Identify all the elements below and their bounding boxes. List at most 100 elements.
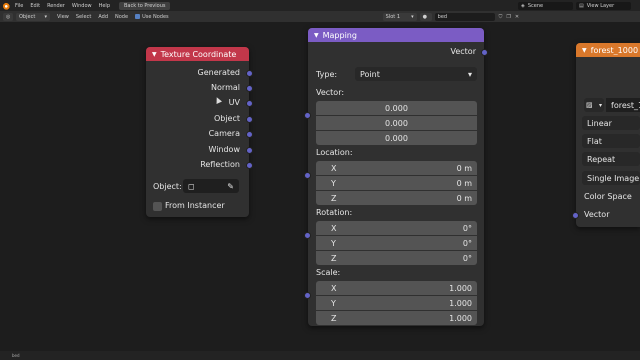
collapse-triangle-icon[interactable]: ▼ bbox=[314, 32, 319, 39]
use-nodes-toggle[interactable]: Use Nodes bbox=[135, 14, 169, 20]
status-bar: bed bbox=[0, 351, 640, 360]
eyedropper-icon[interactable]: ✎ bbox=[227, 182, 234, 191]
socket-vector-out[interactable] bbox=[481, 49, 488, 56]
object-mode-dropdown[interactable]: Object ▾ bbox=[16, 12, 50, 21]
node-title: forest_1000 bbox=[590, 45, 639, 55]
scale-z-field[interactable]: Z 1.000 bbox=[316, 311, 477, 325]
node-editor-header: ◎ Object ▾ View Select Add Node Use Node… bbox=[0, 11, 640, 22]
rotation-y-field[interactable]: Y 0° bbox=[316, 236, 477, 250]
socket-rotation[interactable] bbox=[304, 232, 311, 239]
vector-x-field[interactable]: 0.000 bbox=[316, 101, 477, 115]
vector-z-value: 0.000 bbox=[385, 133, 408, 143]
image-browse-button[interactable]: ▨ ▾ bbox=[584, 98, 604, 112]
texture-coordinate-header[interactable]: ▼ Texture Coordinate bbox=[146, 47, 249, 61]
image-icon: ▨ bbox=[586, 101, 593, 109]
socket-vector-in[interactable] bbox=[572, 212, 579, 219]
projection-dropdown[interactable]: Flat bbox=[582, 134, 640, 148]
menu-render[interactable]: Render bbox=[47, 3, 65, 9]
menu-node[interactable]: Node bbox=[115, 14, 128, 20]
axis-label: X bbox=[331, 283, 337, 293]
vector-input-label: Vector bbox=[584, 210, 610, 219]
scale-y-field[interactable]: Y 1.000 bbox=[316, 296, 477, 310]
vector-label: Vector: bbox=[316, 88, 345, 97]
node-title: Texture Coordinate bbox=[160, 49, 237, 59]
scale-x-value: 1.000 bbox=[449, 283, 472, 293]
location-x-field[interactable]: X 0 m bbox=[316, 161, 477, 175]
image-texture-header[interactable]: ▼ forest_1000 bbox=[576, 43, 640, 57]
extension-value: Repeat bbox=[587, 154, 616, 164]
type-dropdown[interactable]: Point ▾ bbox=[355, 67, 477, 81]
scale-label: Scale: bbox=[316, 268, 341, 277]
extension-dropdown[interactable]: Repeat bbox=[582, 152, 640, 166]
slot-dropdown[interactable]: Slot 1 ▾ bbox=[382, 12, 417, 21]
axis-label: Y bbox=[331, 238, 336, 248]
source-value: Single Image bbox=[587, 173, 640, 183]
from-instancer-label: From Instancer bbox=[165, 201, 225, 210]
axis-label: X bbox=[331, 163, 337, 173]
socket-object[interactable] bbox=[246, 116, 253, 123]
rotation-z-field[interactable]: Z 0° bbox=[316, 251, 477, 265]
socket-normal[interactable] bbox=[246, 85, 253, 92]
image-texture-node[interactable]: ▼ forest_1000 ▨ ▾ forest_1 Linear Flat R… bbox=[572, 43, 640, 227]
node-title: Mapping bbox=[322, 30, 357, 40]
location-z-field[interactable]: Z 0 m bbox=[316, 191, 477, 205]
rotation-x-field[interactable]: X 0° bbox=[316, 221, 477, 235]
menu-select[interactable]: Select bbox=[76, 14, 91, 20]
socket-location[interactable] bbox=[304, 172, 311, 179]
source-dropdown[interactable]: Single Image bbox=[582, 171, 640, 185]
image-name: forest_1 bbox=[611, 100, 640, 110]
menu-file[interactable]: File bbox=[15, 3, 23, 9]
socket-vector-in[interactable] bbox=[304, 112, 311, 119]
image-name-field[interactable]: forest_1 bbox=[606, 98, 640, 112]
scene-selector[interactable]: ◈ Scene bbox=[518, 1, 573, 10]
output-object: Object bbox=[213, 114, 240, 123]
rotation-x-value: 0° bbox=[462, 223, 472, 233]
collapse-triangle-icon[interactable]: ▼ bbox=[152, 51, 157, 58]
top-menubar: File Edit Render Window Help Back to Pre… bbox=[0, 0, 640, 11]
back-to-previous-button[interactable]: Back to Previous bbox=[119, 1, 171, 10]
vector-x-value: 0.000 bbox=[385, 103, 408, 113]
object-picker-field[interactable]: ◻ ✎ bbox=[183, 179, 239, 193]
view-layer-name: View Layer bbox=[586, 2, 615, 9]
socket-camera[interactable] bbox=[246, 131, 253, 138]
axis-label: Z bbox=[331, 313, 337, 323]
menu-add[interactable]: Add bbox=[98, 14, 108, 20]
view-layer-selector[interactable]: ▤ View Layer bbox=[576, 1, 631, 10]
view-layer-icon: ▤ bbox=[579, 2, 584, 9]
axis-label: Z bbox=[331, 253, 337, 263]
fake-user-shield-icon[interactable]: ⛉ bbox=[499, 14, 503, 20]
axis-label: Y bbox=[331, 178, 336, 188]
type-value: Point bbox=[360, 69, 380, 79]
mapping-node[interactable]: ▼ Mapping Vector Type: Point ▾ Vector: 0… bbox=[304, 28, 488, 326]
socket-window[interactable] bbox=[246, 147, 253, 154]
vector-z-field[interactable]: 0.000 bbox=[316, 131, 477, 145]
from-instancer-checkbox[interactable] bbox=[153, 202, 162, 211]
socket-generated[interactable] bbox=[246, 70, 253, 77]
duplicate-material-icon[interactable]: ❐ bbox=[506, 14, 510, 20]
socket-reflection[interactable] bbox=[246, 162, 253, 169]
material-browse-button[interactable]: ● bbox=[419, 12, 432, 21]
output-normal: Normal bbox=[211, 83, 240, 92]
editor-type-dropdown[interactable]: ◎ bbox=[3, 12, 13, 21]
material-name-field[interactable]: bed bbox=[434, 12, 495, 21]
menu-view[interactable]: View bbox=[57, 14, 69, 20]
location-y-field[interactable]: Y 0 m bbox=[316, 176, 477, 190]
output-vector: Vector bbox=[450, 47, 477, 56]
mapping-header[interactable]: ▼ Mapping bbox=[308, 28, 484, 42]
menu-help[interactable]: Help bbox=[99, 3, 110, 9]
socket-uv[interactable] bbox=[246, 100, 253, 107]
socket-scale[interactable] bbox=[304, 292, 311, 299]
texture-coordinate-node[interactable]: ▼ Texture Coordinate Generated Normal UV… bbox=[146, 47, 253, 217]
menu-window[interactable]: Window bbox=[72, 3, 92, 9]
collapse-triangle-icon[interactable]: ▼ bbox=[582, 47, 587, 54]
use-nodes-label: Use Nodes bbox=[142, 13, 169, 20]
unlink-x-icon[interactable]: ✕ bbox=[515, 14, 519, 20]
location-y-value: 0 m bbox=[456, 178, 472, 188]
vector-y-field[interactable]: 0.000 bbox=[316, 116, 477, 130]
blender-logo-icon[interactable] bbox=[3, 1, 11, 10]
material-name: bed bbox=[437, 13, 448, 20]
menu-edit[interactable]: Edit bbox=[30, 3, 40, 9]
scale-x-field[interactable]: X 1.000 bbox=[316, 281, 477, 295]
use-nodes-checkbox[interactable] bbox=[135, 14, 141, 19]
interpolation-dropdown[interactable]: Linear bbox=[582, 116, 640, 130]
